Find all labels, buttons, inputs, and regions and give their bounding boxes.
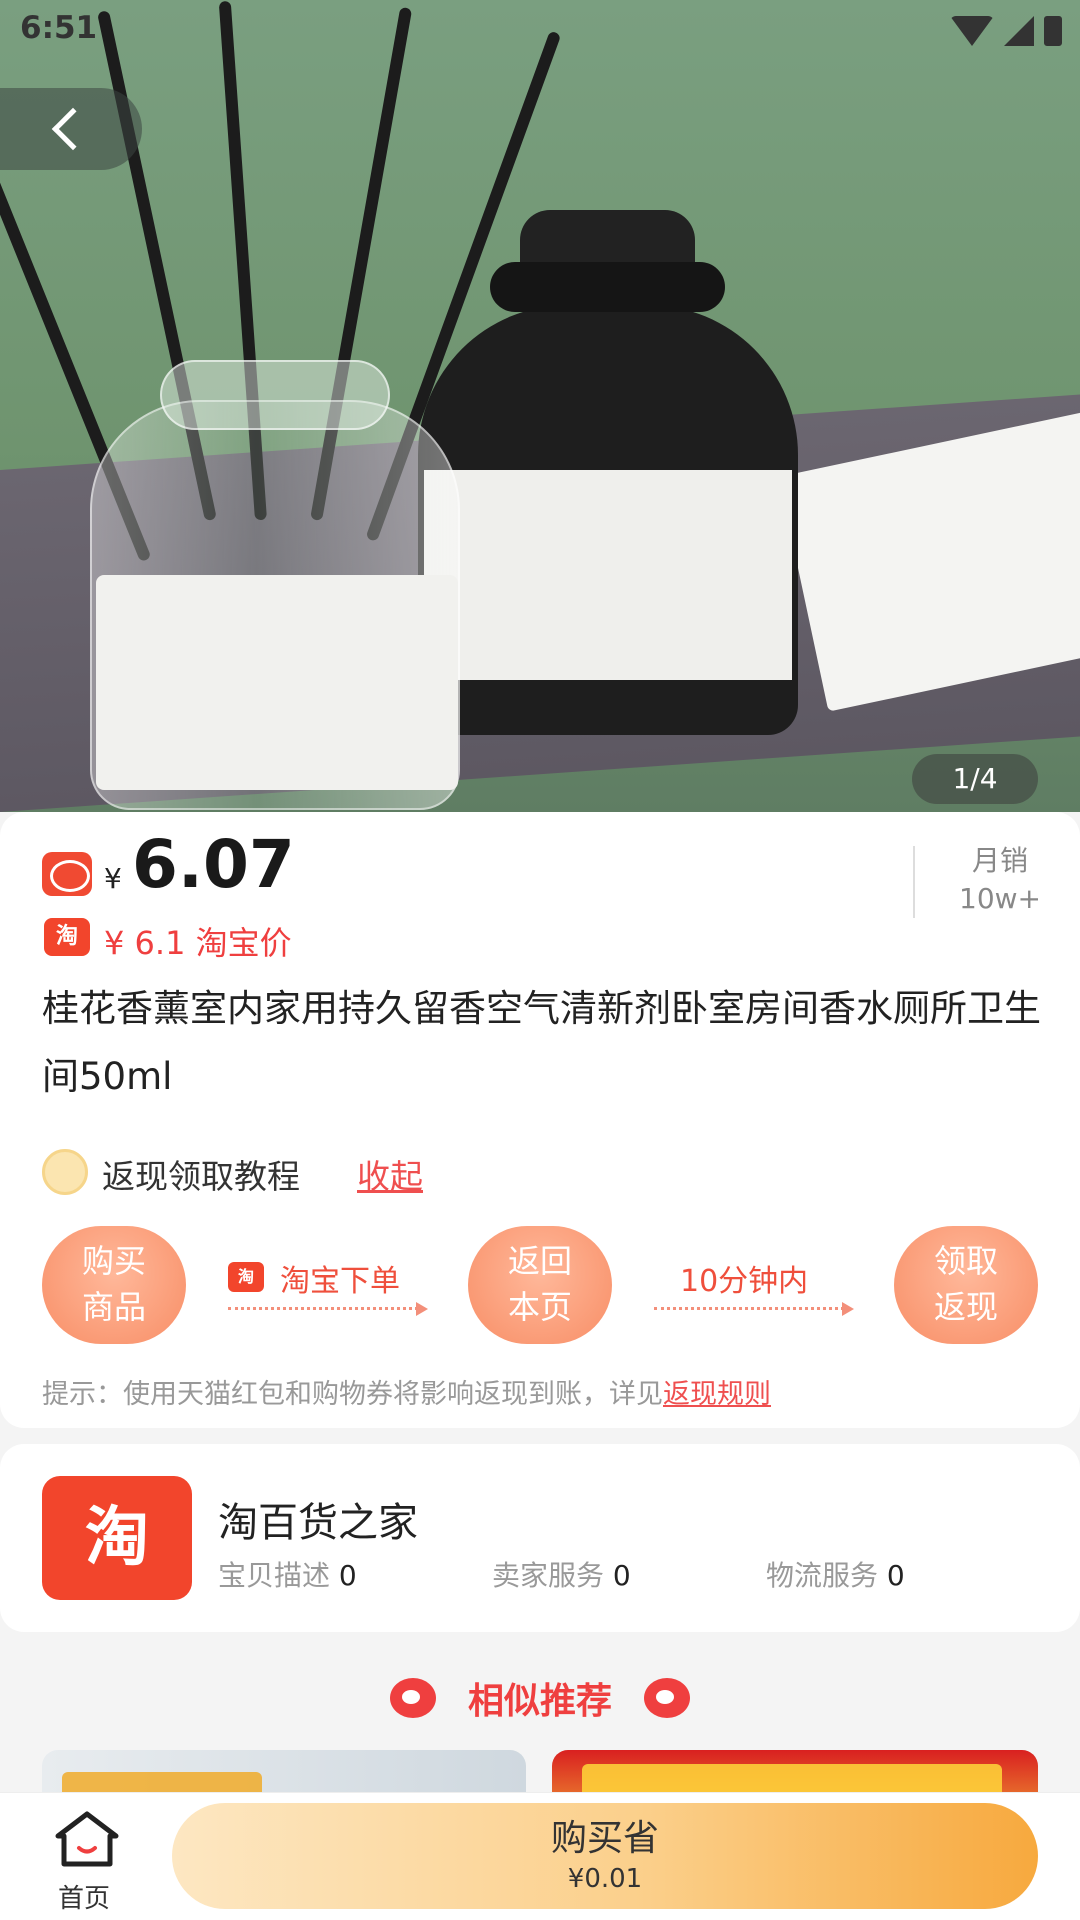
divider (913, 846, 915, 918)
shop-stat-label: 宝贝描述 (218, 1559, 331, 1592)
buy-button-savings: ¥0.01 (567, 1864, 643, 1894)
price-currency: ¥ (104, 862, 122, 895)
step-buy-product: 购买 商品 (42, 1226, 186, 1344)
shop-stat-label: 物流服务 (766, 1559, 879, 1592)
tip-text: 提示：使用天猫红包和购物券将影响返现到账，详见 (42, 1379, 663, 1410)
taobao-badge-icon: 淘 (44, 918, 90, 956)
step-return-page: 返回 本页 (468, 1226, 612, 1344)
home-icon[interactable] (52, 1808, 122, 1868)
step-claim-cashback: 领取 返现 (894, 1226, 1038, 1344)
wifi-icon (950, 16, 994, 46)
shop-name: 淘百货之家 (218, 1500, 418, 1546)
home-label[interactable]: 首页 (58, 1878, 110, 1915)
shop-stat-description: 宝贝描述 0 (218, 1554, 357, 1594)
back-button[interactable] (0, 88, 142, 170)
battery-icon (1044, 16, 1062, 46)
shop-stat-score: 0 (612, 1559, 631, 1592)
shop-stat-score: 0 (338, 1559, 357, 1592)
connector-label: 10分钟内 (680, 1264, 809, 1299)
product-title: 桂花香薰室内家用持久留香空气清新剂卧室房间香水厕所卫生间50ml (42, 987, 1041, 1098)
shop-stat-logistics: 物流服务 0 (766, 1554, 905, 1594)
cashback-rules-link[interactable]: 返现规则 (663, 1379, 771, 1410)
dotted-arrow (654, 1302, 854, 1316)
buy-button[interactable]: 购买省 ¥0.01 (172, 1803, 1038, 1909)
price: 6.07 (132, 826, 295, 903)
shop-stat-label: 卖家服务 (492, 1559, 605, 1592)
gallery-counter: 1/4 (912, 754, 1038, 804)
recommend-title: 相似推荐 (467, 1681, 612, 1722)
signal-icon (1004, 16, 1034, 46)
buy-button-label: 购买省 (550, 1818, 659, 1859)
status-icons (950, 14, 1062, 48)
step-line: 返回 (507, 1242, 572, 1280)
step-line: 本页 (507, 1288, 572, 1326)
heart-icon (644, 1678, 690, 1718)
shop-stat-score: 0 (886, 1559, 905, 1592)
status-time: 6:51 (20, 10, 98, 46)
monthly-sales: 月销 10w+ (945, 842, 1055, 918)
collapse-link[interactable]: 收起 (357, 1150, 423, 1198)
black-bottle-cap-brim (490, 262, 725, 312)
glass-bottle-neck (160, 360, 390, 430)
cashback-tutorial-label: 返现领取教程 (102, 1157, 300, 1196)
step-line: 购买 (81, 1242, 146, 1280)
shop-stat-service: 卖家服务 0 (492, 1554, 631, 1594)
product-image-gallery[interactable]: 1/4 (0, 0, 1080, 812)
taobao-price: ¥ 6.1 淘宝价 (104, 924, 292, 962)
black-bottle-label (424, 470, 792, 680)
connector-label: 淘宝下单 (280, 1264, 400, 1299)
step-line: 领取 (933, 1242, 998, 1280)
monthly-sales-value: 10w+ (959, 882, 1041, 915)
shop-logo: 淘 (42, 1476, 192, 1600)
monthly-sales-label: 月销 (971, 844, 1028, 877)
cashback-tip: 提示：使用天猫红包和购物券将影响返现到账，详见返现规则 (42, 1372, 771, 1411)
taobao-mini-icon: 淘 (228, 1262, 264, 1292)
coin-icon (42, 1149, 88, 1195)
coupon-badge-icon (42, 852, 92, 896)
step-line: 返现 (933, 1288, 998, 1326)
step-line: 商品 (81, 1288, 146, 1326)
dotted-arrow (228, 1302, 428, 1316)
glass-bottle-label (96, 575, 458, 790)
chevron-left-icon (51, 107, 95, 151)
